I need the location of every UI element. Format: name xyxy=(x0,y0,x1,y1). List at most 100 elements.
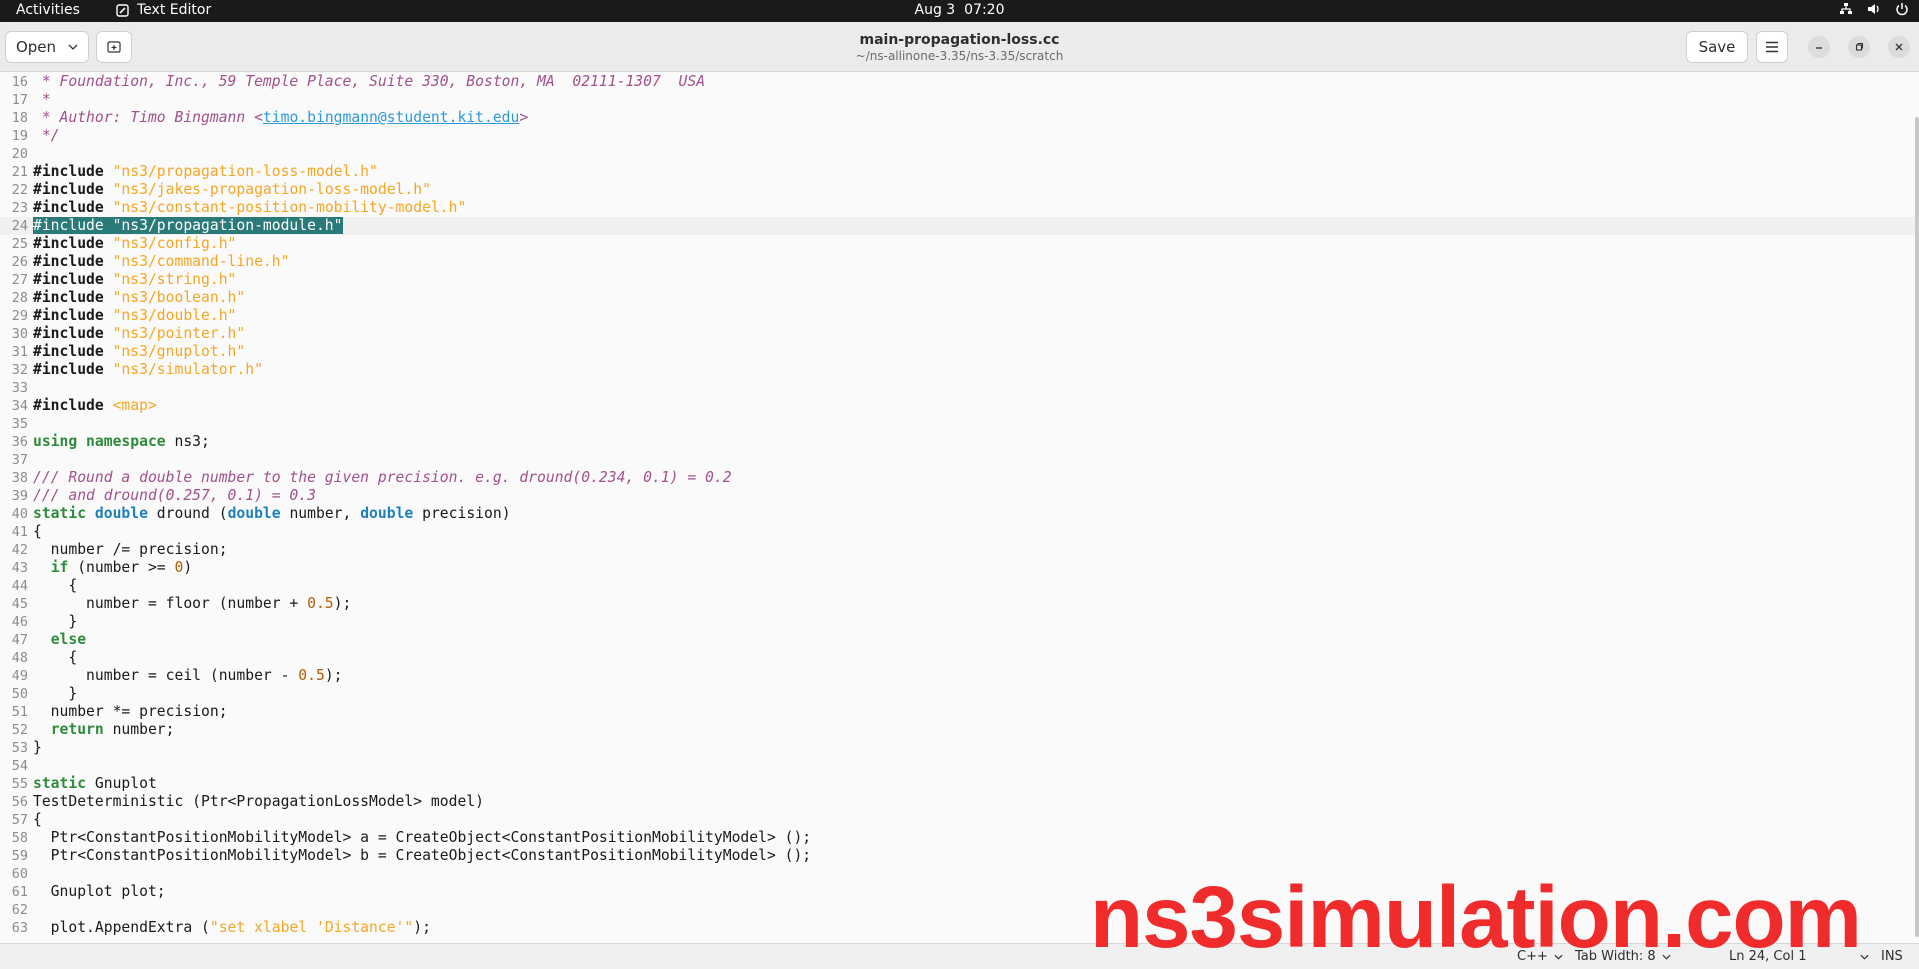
code-line[interactable]: 40 static double dround (double number, d… xyxy=(0,505,1919,523)
code-token: "ns3/simulator.h" xyxy=(112,361,263,378)
line-code: number = floor (number + 0.5); xyxy=(33,595,351,613)
code-token: #include xyxy=(33,343,113,360)
code-line[interactable]: 23 #include "ns3/constant-position-mobili… xyxy=(0,199,1919,217)
line-code: plot.AppendExtra ("set xlabel 'Distance'… xyxy=(33,919,431,937)
code-line[interactable]: 35 xyxy=(0,415,1919,433)
code-line[interactable]: 55 static Gnuplot xyxy=(0,775,1919,793)
code-line[interactable]: 29 #include "ns3/double.h" xyxy=(0,307,1919,325)
clock[interactable]: Aug 3 07:20 xyxy=(915,2,1005,18)
code-token: { xyxy=(33,649,78,666)
code-line[interactable]: 42 number /= precision; xyxy=(0,541,1919,559)
code-line[interactable]: 18 * Author: Timo Bingmann <timo.bingman… xyxy=(0,109,1919,127)
code-line[interactable]: 47 else xyxy=(0,631,1919,649)
clock-container: Aug 3 07:20 xyxy=(0,2,1919,18)
line-number: 28 xyxy=(11,290,28,306)
code-line[interactable]: 44 { xyxy=(0,577,1919,595)
code-line[interactable]: 51 number *= precision; xyxy=(0,703,1919,721)
line-number: 60 xyxy=(11,866,28,882)
code-token: precision) xyxy=(413,505,511,522)
line-code: else xyxy=(33,631,86,649)
code-line[interactable]: 48 { xyxy=(0,649,1919,667)
code-token: ) xyxy=(183,559,193,576)
hamburger-menu-icon xyxy=(1766,41,1778,53)
email-link[interactable]: timo.bingmann@student.kit.edu xyxy=(263,109,519,126)
code-line[interactable]: 41 { xyxy=(0,523,1919,541)
code-token: "ns3/jakes-propagation-loss-model.h" xyxy=(112,181,431,198)
code-line[interactable]: 58 Ptr<ConstantPositionMobilityModel> a … xyxy=(0,829,1919,847)
code-line[interactable]: 20 xyxy=(0,145,1919,163)
line-code: } xyxy=(33,613,77,631)
line-code: #include <map> xyxy=(33,397,157,415)
insert-mode-indicator[interactable]: INS xyxy=(1881,949,1903,964)
line-code: #include "ns3/pointer.h" xyxy=(33,325,245,343)
code-line[interactable]: 26 #include "ns3/command-line.h" xyxy=(0,253,1919,271)
maximize-button[interactable] xyxy=(1848,36,1870,58)
code-token: #include xyxy=(33,253,113,270)
code-line[interactable]: 16 * Foundation, Inc., 59 Temple Place, … xyxy=(0,73,1919,91)
code-line[interactable]: 38 /// Round a double number to the given… xyxy=(0,469,1919,487)
vertical-scrollbar[interactable] xyxy=(1915,117,1919,937)
line-number: 61 xyxy=(11,884,28,900)
code-line[interactable]: 46 } xyxy=(0,613,1919,631)
code-token: * Foundation, Inc., 59 Temple Place, Sui… xyxy=(33,73,706,90)
save-button[interactable]: Save xyxy=(1686,31,1748,63)
line-number: 18 xyxy=(11,110,28,126)
code-line[interactable]: 17 * xyxy=(0,91,1919,109)
code-line[interactable]: 33 xyxy=(0,379,1919,397)
code-token: Ptr<ConstantPositionMobilityModel> a = C… xyxy=(33,829,812,846)
line-number: 17 xyxy=(11,92,28,108)
line-number: 47 xyxy=(11,632,28,648)
close-button[interactable] xyxy=(1888,36,1910,58)
line-number: 45 xyxy=(11,596,28,612)
code-line[interactable]: 30 #include "ns3/pointer.h" xyxy=(0,325,1919,343)
code-token: dround ( xyxy=(147,505,228,522)
app-menu[interactable]: Text Editor xyxy=(116,2,211,18)
main-menu-button[interactable] xyxy=(1756,31,1788,63)
code-editor[interactable]: 16 * Foundation, Inc., 59 Temple Place, … xyxy=(0,72,1919,943)
code-line[interactable]: 24 #include "ns3/propagation-module.h" xyxy=(0,217,1919,235)
line-code: Ptr<ConstantPositionMobilityModel> b = C… xyxy=(33,847,811,865)
line-number: 51 xyxy=(11,704,28,720)
code-token: "ns3/double.h" xyxy=(112,307,237,324)
line-code: #include "ns3/propagation-loss-model.h" xyxy=(33,163,378,181)
document-title: main-propagation-loss.cc xyxy=(859,32,1060,48)
code-line[interactable]: 22 #include "ns3/jakes-propagation-loss-m… xyxy=(0,181,1919,199)
code-line[interactable]: 32 #include "ns3/simulator.h" xyxy=(0,361,1919,379)
code-line[interactable]: 31 #include "ns3/gnuplot.h" xyxy=(0,343,1919,361)
line-number: 19 xyxy=(11,128,28,144)
code-line[interactable]: 45 number = floor (number + 0.5); xyxy=(0,595,1919,613)
line-number: 31 xyxy=(11,344,28,360)
code-token: } xyxy=(33,613,78,630)
code-token: double xyxy=(360,505,414,522)
system-tray[interactable] xyxy=(1839,2,1909,16)
line-number: 27 xyxy=(11,272,28,288)
line-number: 58 xyxy=(11,830,28,846)
line-code: } xyxy=(33,685,77,703)
code-token: plot.AppendExtra ( xyxy=(33,919,210,936)
code-line[interactable]: 52 return number; xyxy=(0,721,1919,739)
activities-button[interactable]: Activities xyxy=(16,2,80,18)
minimize-button[interactable] xyxy=(1808,36,1830,58)
code-line[interactable]: 56 TestDeterministic (Ptr<PropagationLoss… xyxy=(0,793,1919,811)
code-line[interactable]: 36 using namespace ns3; xyxy=(0,433,1919,451)
code-line[interactable]: 39 /// and dround(0.257, 0.1) = 0.3 xyxy=(0,487,1919,505)
code-line[interactable]: 53} xyxy=(0,739,1919,757)
code-token: double xyxy=(94,505,148,522)
code-line[interactable]: 57 { xyxy=(0,811,1919,829)
code-line[interactable]: 37 xyxy=(0,451,1919,469)
code-line[interactable]: 25 #include "ns3/config.h" xyxy=(0,235,1919,253)
code-token: "ns3/config.h" xyxy=(112,235,237,252)
code-line[interactable]: 59 Ptr<ConstantPositionMobilityModel> b … xyxy=(0,847,1919,865)
code-token: double xyxy=(227,505,281,522)
close-icon xyxy=(1895,43,1903,51)
code-line[interactable]: 54 xyxy=(0,757,1919,775)
code-line[interactable]: 19 */ xyxy=(0,127,1919,145)
code-line[interactable]: 50 } xyxy=(0,685,1919,703)
code-line[interactable]: 21 #include "ns3/propagation-loss-model.h… xyxy=(0,163,1919,181)
code-line[interactable]: 43 if (number >= 0) xyxy=(0,559,1919,577)
line-number: 53 xyxy=(11,740,28,756)
code-line[interactable]: 28 #include "ns3/boolean.h" xyxy=(0,289,1919,307)
code-line[interactable]: 34 #include <map> xyxy=(0,397,1919,415)
code-line[interactable]: 49 number = ceil (number - 0.5); xyxy=(0,667,1919,685)
code-line[interactable]: 27 #include "ns3/string.h" xyxy=(0,271,1919,289)
